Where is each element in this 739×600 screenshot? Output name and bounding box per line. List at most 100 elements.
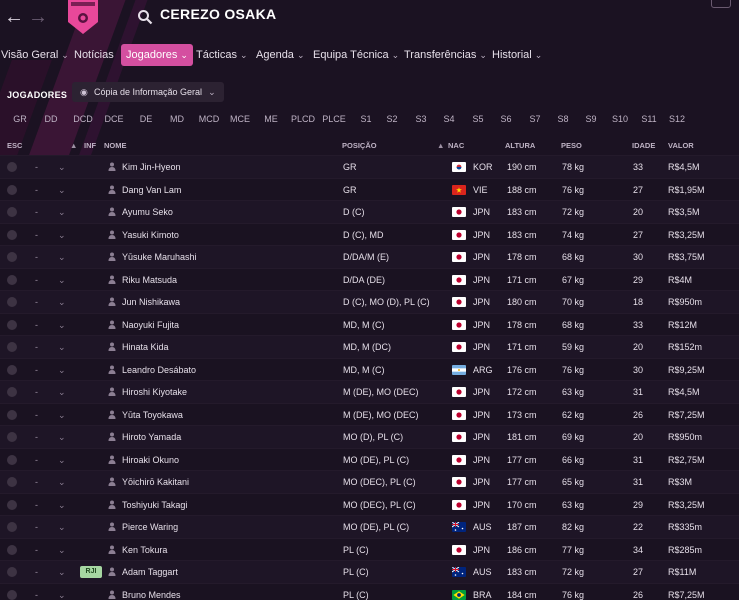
select-checkbox[interactable] xyxy=(7,387,17,397)
chevron-down-icon[interactable]: ⌄ xyxy=(58,494,66,517)
filter-s1[interactable]: S1 xyxy=(352,110,380,128)
player-name[interactable]: Adam Taggart xyxy=(122,561,332,584)
chevron-down-icon[interactable]: ⌄ xyxy=(58,516,66,539)
chevron-down-icon[interactable]: ⌄ xyxy=(58,336,66,359)
chevron-down-icon[interactable]: ⌄ xyxy=(58,179,66,202)
chevron-down-icon[interactable]: ⌄ xyxy=(58,381,66,404)
select-checkbox[interactable] xyxy=(7,522,17,532)
col-idade[interactable]: IDADE xyxy=(632,141,655,150)
select-checkbox[interactable] xyxy=(7,589,17,600)
chevron-down-icon[interactable]: ⌄ xyxy=(58,314,66,337)
chevron-down-icon[interactable]: ⌄ xyxy=(58,561,66,584)
table-row[interactable]: - ⌄ Yūta Toyokawa M (DE), MO (DEC) JPN 173 cm… xyxy=(0,402,739,427)
table-row[interactable]: - ⌄ Ken Tokura PL (C) JPN 186 cm 77 kg 34 R$285m xyxy=(0,537,739,562)
menu-equipa-tecnica[interactable]: Equipa Técnica ⌄ xyxy=(313,44,399,66)
table-row[interactable]: - ⌄ Yūsuke Maruhashi D/DA/M (E) JPN 178 cm 68 … xyxy=(0,245,739,268)
player-name[interactable]: Hiroto Yamada xyxy=(122,426,332,449)
table-row[interactable]: - ⌄ Leandro Desábato MD, M (C) ARG 176 cm 76 k… xyxy=(0,357,739,382)
select-checkbox[interactable] xyxy=(7,274,17,285)
col-altura[interactable]: ALTURA xyxy=(505,141,535,150)
player-name[interactable]: Jun Nishikawa xyxy=(122,291,332,314)
select-checkbox[interactable] xyxy=(7,342,17,352)
table-row[interactable]: - ⌄ Yasuki Kimoto D (C), MD JPN 183 cm 74 kg 27… xyxy=(0,222,739,247)
col-valor[interactable]: VALOR xyxy=(668,141,694,150)
filter-s2[interactable]: S2 xyxy=(378,110,406,128)
table-row[interactable]: - ⌄ RJI Adam Taggart PL (C) AUS 183 cm 72 kg 27 R… xyxy=(0,560,739,583)
table-row[interactable]: - ⌄ Hinata Kida MD, M (DC) JPN 171 cm 59 kg 20 R… xyxy=(0,335,739,358)
table-row[interactable]: - ⌄ Riku Matsuda D/DA (DE) JPN 171 cm 67 kg 29 R… xyxy=(0,267,739,292)
select-checkbox[interactable] xyxy=(7,252,17,262)
player-name[interactable]: Dang Van Lam xyxy=(122,179,332,202)
chevron-down-icon[interactable]: ⌄ xyxy=(58,404,66,427)
search-icon[interactable] xyxy=(137,9,153,25)
table-row[interactable]: - ⌄ Naoyuki Fujita MD, M (C) JPN 178 cm 68 kg 3… xyxy=(0,312,739,337)
col-esc[interactable]: ESC xyxy=(7,141,22,150)
player-name[interactable]: Hiroaki Okuno xyxy=(122,449,332,472)
col-posicao[interactable]: POSIÇÃO xyxy=(342,141,377,150)
filter-mcd[interactable]: MCD xyxy=(195,110,223,128)
table-row[interactable]: - ⌄ Kim Jin-Hyeon GR KOR 190 cm 78 kg 33 R$4,5M xyxy=(0,155,739,178)
player-name[interactable]: Hinata Kida xyxy=(122,336,332,359)
filter-s7[interactable]: S7 xyxy=(521,110,549,128)
chevron-down-icon[interactable]: ⌄ xyxy=(58,246,66,269)
filter-s10[interactable]: S10 xyxy=(606,110,634,128)
select-checkbox[interactable] xyxy=(7,499,17,510)
filter-dce[interactable]: DCE xyxy=(100,110,128,128)
filter-s4[interactable]: S4 xyxy=(435,110,463,128)
filter-gr[interactable]: GR xyxy=(6,110,34,128)
table-row[interactable]: - ⌄ Ayumu Seko D (C) JPN 183 cm 72 kg 20 R$3,5M xyxy=(0,200,739,223)
filter-s9[interactable]: S9 xyxy=(577,110,605,128)
col-peso[interactable]: PESO xyxy=(561,141,582,150)
filter-dcd[interactable]: DCD xyxy=(69,110,97,128)
player-name[interactable]: Hiroshi Kiyotake xyxy=(122,381,332,404)
player-name[interactable]: Leandro Desábato xyxy=(122,359,332,382)
chevron-down-icon[interactable]: ⌄ xyxy=(58,584,66,600)
club-crest-icon[interactable] xyxy=(68,0,98,34)
chevron-down-icon[interactable]: ⌄ xyxy=(58,539,66,562)
chevron-down-icon[interactable]: ⌄ xyxy=(58,426,66,449)
select-checkbox[interactable] xyxy=(7,477,17,487)
player-name[interactable]: Riku Matsuda xyxy=(122,269,332,292)
menu-agenda[interactable]: Agenda ⌄ xyxy=(256,44,304,66)
select-checkbox[interactable] xyxy=(7,364,17,375)
chevron-down-icon[interactable]: ⌄ xyxy=(58,224,66,247)
player-name[interactable]: Yōichirō Kakitani xyxy=(122,471,332,494)
table-row[interactable]: - ⌄ Hiroaki Okuno MO (DE), PL (C) JPN 177 cm 6… xyxy=(0,447,739,472)
player-name[interactable]: Yūsuke Maruhashi xyxy=(122,246,332,269)
select-checkbox[interactable] xyxy=(7,544,17,555)
select-checkbox[interactable] xyxy=(7,567,17,577)
menu-noticias[interactable]: Notícias xyxy=(74,44,114,66)
filter-s12[interactable]: S12 xyxy=(663,110,691,128)
menu-visao-geral[interactable]: Visão Geral ⌄ xyxy=(1,44,69,66)
back-arrow-icon[interactable]: ← xyxy=(4,6,24,29)
table-row[interactable]: - ⌄ Jun Nishikawa D (C), MO (D), PL (C) JPN 1… xyxy=(0,290,739,313)
filter-plce[interactable]: PLCE xyxy=(320,110,348,128)
player-name[interactable]: Ayumu Seko xyxy=(122,201,332,224)
table-row[interactable]: - ⌄ Bruno Mendes PL (C) BRA 184 cm 76 kg 26 R$7,… xyxy=(0,582,739,600)
select-checkbox[interactable] xyxy=(7,432,17,442)
select-checkbox[interactable] xyxy=(7,409,17,420)
filter-s6[interactable]: S6 xyxy=(492,110,520,128)
player-name[interactable]: Ken Tokura xyxy=(122,539,332,562)
select-checkbox[interactable] xyxy=(7,229,17,240)
filter-me[interactable]: ME xyxy=(257,110,285,128)
table-row[interactable]: - ⌄ Hiroshi Kiyotake M (DE), MO (DEC) JPN 172… xyxy=(0,380,739,403)
player-name[interactable]: Yūta Toyokawa xyxy=(122,404,332,427)
chevron-down-icon[interactable]: ⌄ xyxy=(58,359,66,382)
window-control-icon[interactable] xyxy=(711,0,731,8)
select-checkbox[interactable] xyxy=(7,162,17,172)
filter-s3[interactable]: S3 xyxy=(407,110,435,128)
menu-jogadores[interactable]: Jogadores ⌄ xyxy=(121,44,193,66)
col-nac[interactable]: NAC xyxy=(448,141,464,150)
chevron-down-icon[interactable]: ⌄ xyxy=(58,471,66,494)
select-checkbox[interactable] xyxy=(7,319,17,330)
forward-arrow-icon[interactable]: → xyxy=(28,6,48,29)
table-row[interactable]: - ⌄ Yōichirō Kakitani MO (DEC), PL (C) JPN 17… xyxy=(0,470,739,493)
player-name[interactable]: Kim Jin-Hyeon xyxy=(122,156,332,179)
menu-historial[interactable]: Historial ⌄ xyxy=(492,44,542,66)
filter-s5[interactable]: S5 xyxy=(464,110,492,128)
col-nome[interactable]: NOME xyxy=(104,141,127,150)
select-checkbox[interactable] xyxy=(7,184,17,195)
menu-tacticas[interactable]: Tácticas ⌄ xyxy=(196,44,248,66)
filter-md[interactable]: MD xyxy=(163,110,191,128)
